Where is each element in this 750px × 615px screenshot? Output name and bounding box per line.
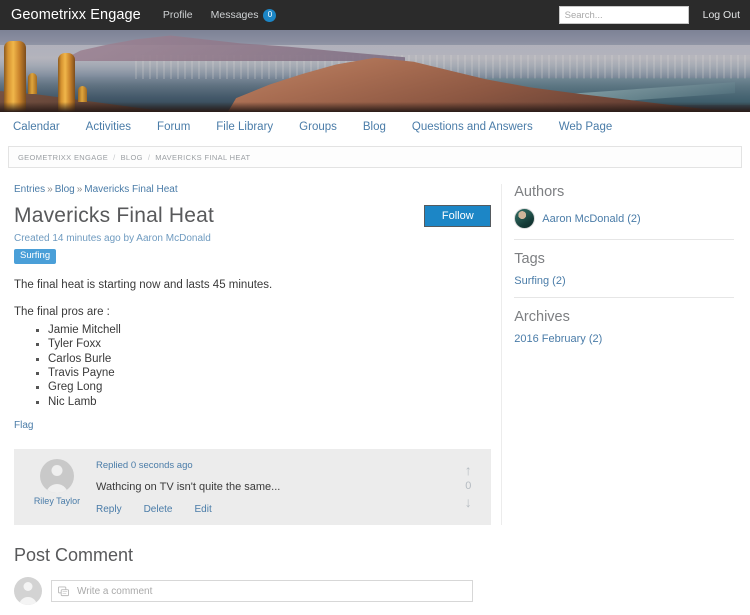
top-nav: Profile Messages 0 — [163, 8, 277, 22]
comment-actions: Reply Delete Edit — [96, 504, 455, 515]
page-title: Mavericks Final Heat — [14, 204, 215, 227]
content-area: Entries» Blog» Mavericks Final Heat Maveri… — [0, 168, 750, 526]
top-nav-profile[interactable]: Profile — [163, 9, 193, 21]
page-root: Geometrixx Engage Profile Messages 0 Log… — [0, 0, 750, 615]
top-bar: Geometrixx Engage Profile Messages 0 Log… — [0, 0, 750, 30]
breadcrumb-item-blog[interactable]: BLOG — [121, 153, 143, 162]
list-item: Tyler Foxx — [48, 338, 491, 351]
comment-item: Riley Taylor Replied 0 seconds ago Wathc… — [14, 449, 492, 526]
entries-arrow-2: » — [76, 184, 83, 195]
title-row: Mavericks Final Heat Follow — [14, 204, 492, 227]
breadcrumb: GEOMETRIXX ENGAGE / BLOG / MAVERICKS FIN… — [8, 146, 742, 168]
list-item: Nic Lamb — [48, 396, 491, 409]
post-paragraph-1: The final heat is starting now and lasts… — [14, 278, 273, 291]
breadcrumb-bar-wrapper: GEOMETRIXX ENGAGE / BLOG / MAVERICKS FIN… — [0, 142, 750, 168]
sidebar-section-archives: Archives 2016 February (2) — [514, 297, 734, 355]
nav-item-groups[interactable]: Groups — [286, 121, 350, 133]
nav-item-activities[interactable]: Activities — [73, 121, 144, 133]
follow-button[interactable]: Follow — [424, 205, 492, 227]
sidebar-item-author[interactable]: Aaron McDonald (2) — [514, 208, 734, 229]
pros-list: Jamie Mitchell Tyler Foxx Carlos Burle T… — [14, 324, 491, 410]
sidebar-section-tags: Tags Surfing (2) — [514, 239, 734, 297]
entries-blog-link[interactable]: Blog — [55, 184, 75, 195]
comment-body: Replied 0 seconds ago Wathcing on TV isn… — [88, 459, 455, 515]
top-nav-messages[interactable]: Messages 0 — [210, 8, 277, 22]
comment-text: Wathcing on TV isn't quite the same... — [96, 481, 281, 494]
top-nav-profile-label: Profile — [162, 9, 193, 21]
comment-timestamp: Replied 0 seconds ago — [96, 460, 193, 472]
comment-icon — [58, 586, 69, 597]
flag-link[interactable]: Flag — [14, 420, 33, 431]
cactus-arm-right — [78, 85, 87, 103]
comment-reply-link[interactable]: Reply — [96, 504, 122, 515]
post-comment-section: Post Comment — [0, 525, 750, 606]
logout-link[interactable]: Log Out — [703, 9, 740, 21]
comment-input[interactable] — [75, 584, 466, 598]
post-comment-title: Post Comment — [14, 545, 134, 566]
post-tag-badge[interactable]: Surfing — [14, 249, 57, 264]
entries-arrow-1: » — [47, 184, 53, 195]
nav-item-questions-and-answers[interactable]: Questions and Answers — [399, 121, 546, 133]
breadcrumb-item-site[interactable]: GEOMETRIXX ENGAGE — [18, 153, 108, 162]
entries-breadcrumb: Entries» Blog» Mavericks Final Heat — [14, 184, 491, 195]
comment-delete-link[interactable]: Delete — [144, 504, 173, 515]
post-comment-row — [14, 577, 736, 606]
hero-foreground-shadow — [0, 102, 750, 112]
breadcrumb-separator-1: / — [113, 152, 116, 162]
top-bar-right: Log Out — [558, 6, 740, 24]
entries-link[interactable]: Entries — [14, 184, 45, 195]
avatar — [514, 208, 536, 229]
list-item: Greg Long — [48, 381, 491, 394]
sidebar-tag-link[interactable]: Surfing (2) — [514, 275, 734, 287]
vote-count: 0 — [465, 480, 472, 493]
avatar — [14, 577, 42, 606]
nav-item-calendar[interactable]: Calendar — [8, 121, 73, 133]
search-input[interactable] — [558, 6, 689, 24]
cactus-arm-left — [28, 72, 37, 94]
comment-author-name[interactable]: Riley Taylor — [34, 496, 80, 506]
sidebar-heading-archives: Archives — [514, 309, 570, 325]
nav-item-file-library[interactable]: File Library — [203, 121, 286, 133]
nav-item-forum[interactable]: Forum — [144, 121, 203, 133]
sidebar: Authors Aaron McDonald (2) Tags Surfing … — [501, 184, 742, 526]
vote-up-icon[interactable]: ↑ — [465, 463, 472, 477]
sidebar-heading-tags: Tags — [514, 251, 545, 267]
sidebar-heading-authors: Authors — [514, 184, 565, 200]
list-item: Jamie Mitchell — [48, 324, 491, 337]
list-item: Carlos Burle — [48, 353, 491, 366]
entries-current: Mavericks Final Heat — [84, 184, 178, 195]
hero-banner-image — [0, 30, 750, 112]
top-nav-messages-label: Messages — [210, 9, 259, 21]
vote-down-icon[interactable]: ↓ — [465, 495, 472, 509]
messages-count-badge: 0 — [263, 8, 277, 22]
main-column: Entries» Blog» Mavericks Final Heat Maveri… — [8, 184, 497, 526]
sidebar-author-link[interactable]: Aaron McDonald (2) — [542, 213, 640, 225]
comment-vote-controls: ↑ 0 ↓ — [455, 459, 481, 515]
sidebar-section-authors: Authors Aaron McDonald (2) — [514, 184, 734, 239]
main-nav: Calendar Activities Forum File Library G… — [0, 112, 750, 142]
comment-edit-link[interactable]: Edit — [194, 504, 211, 515]
sidebar-archive-link[interactable]: 2016 February (2) — [514, 333, 734, 345]
comment-input-wrapper[interactable] — [51, 580, 473, 603]
nav-item-blog[interactable]: Blog — [350, 121, 399, 133]
comment-author-block: Riley Taylor — [26, 459, 88, 515]
nav-item-web-page[interactable]: Web Page — [546, 121, 626, 133]
avatar — [40, 459, 74, 494]
breadcrumb-separator-2: / — [147, 152, 151, 162]
post-paragraph-2: The final pros are : — [14, 305, 110, 318]
post-meta: Created 14 minutes ago by Aaron McDonald — [14, 233, 211, 245]
brand-title: Geometrixx Engage — [11, 7, 141, 23]
breadcrumb-item-current: MAVERICKS FINAL HEAT — [155, 152, 251, 162]
list-item: Travis Payne — [48, 367, 491, 380]
